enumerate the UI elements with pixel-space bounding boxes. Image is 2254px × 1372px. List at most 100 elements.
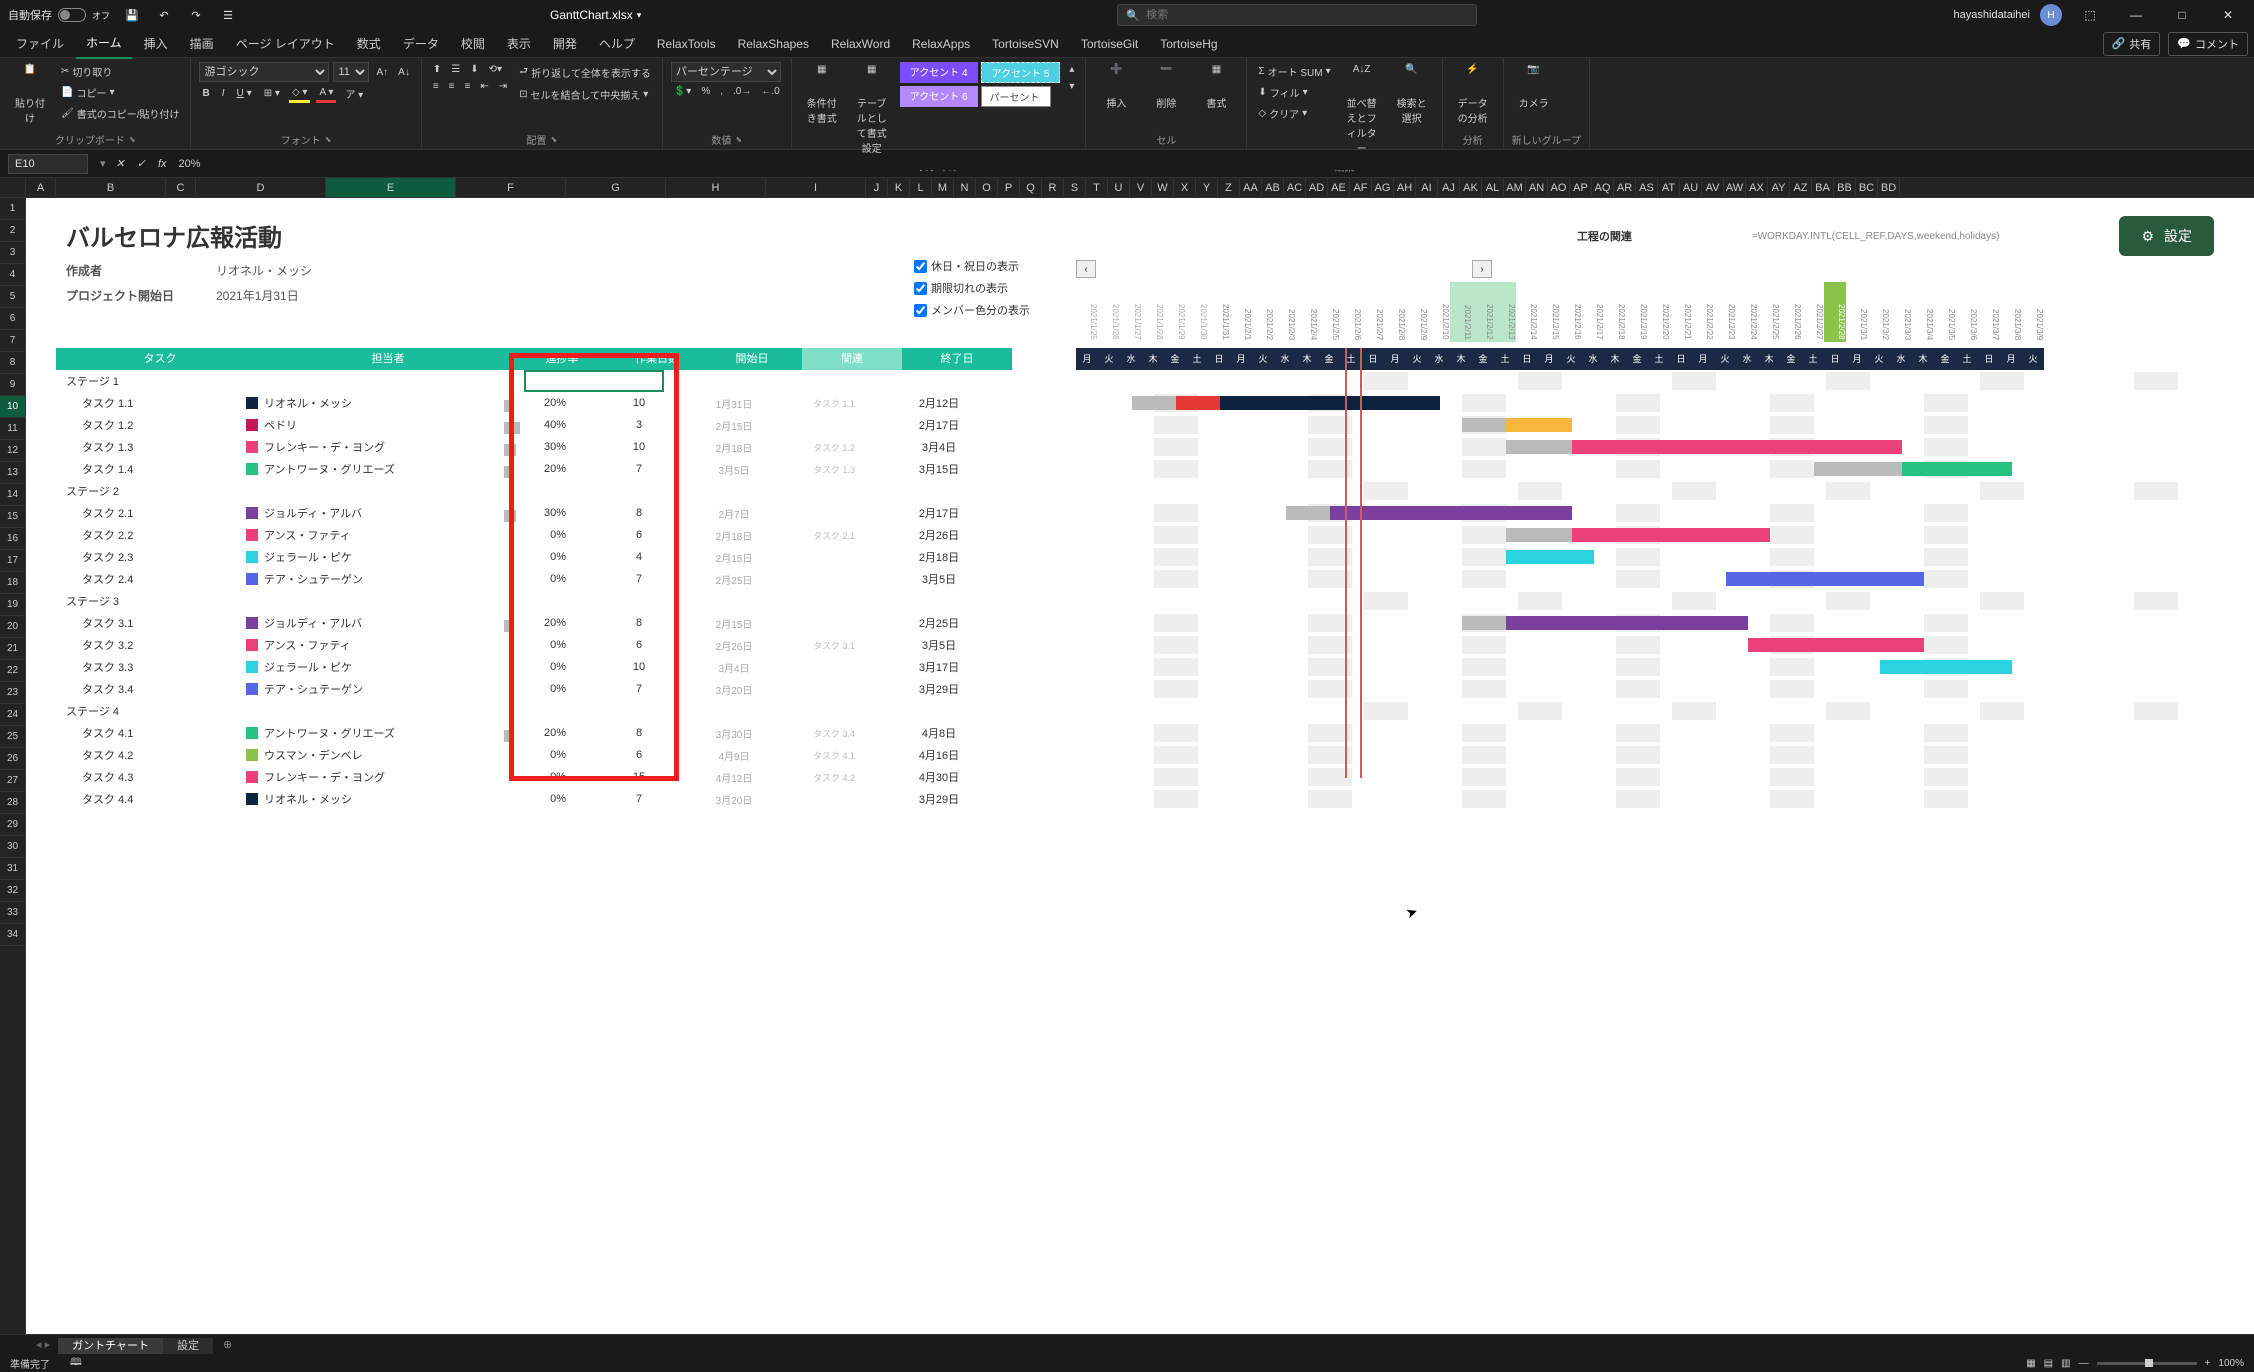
task-row[interactable]: タスク 1.1リオネル・メッシ20%101月31日タスク 1.12月12日 — [26, 392, 2254, 414]
touch-icon[interactable]: ☰ — [218, 5, 238, 25]
col-header-AW[interactable]: AW — [1724, 178, 1746, 197]
row-header-8[interactable]: 8 — [0, 352, 25, 374]
avatar[interactable]: H — [2040, 4, 2062, 26]
col-header-AL[interactable]: AL — [1482, 178, 1504, 197]
task-row[interactable]: タスク 4.3フレンキー・デ・ヨング0%154月12日タスク 4.24月30日 — [26, 766, 2254, 788]
col-header-M[interactable]: M — [932, 178, 954, 197]
row-header-27[interactable]: 27 — [0, 770, 25, 792]
row-header-24[interactable]: 24 — [0, 704, 25, 726]
row-header-23[interactable]: 23 — [0, 682, 25, 704]
check-option-2[interactable]: メンバー色分の表示 — [914, 302, 1030, 318]
col-header-G[interactable]: G — [566, 178, 666, 197]
row-header-7[interactable]: 7 — [0, 330, 25, 352]
align-top[interactable]: ⬆ — [430, 62, 444, 77]
col-header-AD[interactable]: AD — [1306, 178, 1328, 197]
row-header-2[interactable]: 2 — [0, 220, 25, 242]
indent-inc[interactable]: ⇥ — [496, 79, 510, 94]
col-header-AI[interactable]: AI — [1416, 178, 1438, 197]
tab-表示[interactable]: 表示 — [497, 29, 541, 58]
grid[interactable]: バルセロナ広報活動 作成者リオネル・メッシ プロジェクト開始日2021年1月31… — [26, 198, 2254, 1334]
bold-button[interactable]: B — [199, 84, 212, 103]
row-header-10[interactable]: 10 — [0, 396, 25, 418]
stage-row[interactable]: ステージ 4 — [26, 700, 2254, 722]
clear-button[interactable]: ◇ クリア ▾ — [1255, 104, 1333, 123]
col-header-BB[interactable]: BB — [1834, 178, 1856, 197]
gantt-bar[interactable] — [1880, 660, 2012, 674]
align-mid[interactable]: ☰ — [448, 62, 463, 77]
dropdown-icon[interactable]: ▾ — [96, 157, 110, 170]
delete-cells-button[interactable]: ➖削除 — [1144, 62, 1188, 112]
filename[interactable]: GanttChart.xlsx ▾ — [550, 8, 641, 22]
tab-tortoisesvn[interactable]: TortoiseSVN — [982, 31, 1069, 57]
task-row[interactable]: タスク 1.2ペドリ40%32月15日2月17日 — [26, 414, 2254, 436]
col-header-AG[interactable]: AG — [1372, 178, 1394, 197]
sheet-nav-icon[interactable]: ◂ ▸ — [30, 1338, 56, 1351]
row-header-11[interactable]: 11 — [0, 418, 25, 440]
col-header-AA[interactable]: AA — [1240, 178, 1262, 197]
view-pagebreak-icon[interactable]: ▥ — [2061, 1358, 2070, 1369]
col-header-AK[interactable]: AK — [1460, 178, 1482, 197]
row-header-30[interactable]: 30 — [0, 836, 25, 858]
col-header-O[interactable]: O — [976, 178, 998, 197]
wrap-text-button[interactable]: ⮐ 折り返して全体を表示する — [516, 62, 654, 83]
task-row[interactable]: タスク 1.4アントワーヌ・グリエーズ20%73月5日タスク 1.33月15日 — [26, 458, 2254, 480]
view-normal-icon[interactable]: ▦ — [2026, 1358, 2035, 1369]
accent5-style[interactable]: アクセント 5 — [981, 62, 1061, 83]
col-header-X[interactable]: X — [1174, 178, 1196, 197]
camera-button[interactable]: 📷カメラ — [1512, 62, 1556, 112]
col-header-AO[interactable]: AO — [1548, 178, 1570, 197]
row-header-20[interactable]: 20 — [0, 616, 25, 638]
dialog-launcher-icon[interactable]: ⬊ — [129, 135, 136, 144]
col-header-I[interactable]: I — [766, 178, 866, 197]
settings-button[interactable]: ⚙設定 — [2119, 216, 2214, 256]
row-header-33[interactable]: 33 — [0, 902, 25, 924]
redo-icon[interactable]: ↷ — [186, 5, 206, 25]
accent6-style[interactable]: アクセント 6 — [900, 86, 978, 107]
search-box[interactable]: 🔍 — [1117, 4, 1477, 26]
row-header-19[interactable]: 19 — [0, 594, 25, 616]
dialog-launcher-icon[interactable]: ⬊ — [325, 135, 332, 144]
table-format-button[interactable]: ▦テーブルとして書式設定 — [850, 62, 894, 157]
checkbox-icon[interactable] — [914, 304, 927, 317]
col-header-BA[interactable]: BA — [1812, 178, 1834, 197]
phonetic-button[interactable]: ア ▾ — [342, 84, 366, 103]
col-header-AT[interactable]: AT — [1658, 178, 1680, 197]
gantt-bar[interactable] — [1572, 440, 1902, 454]
stage-row[interactable]: ステージ 1 — [26, 370, 2254, 392]
task-row[interactable]: タスク 3.2アンス・ファティ0%62月26日タスク 3.13月5日 — [26, 634, 2254, 656]
gantt-bar[interactable] — [1726, 572, 1924, 586]
add-sheet-button[interactable]: ⊕ — [215, 1336, 240, 1353]
name-box[interactable]: E10 — [8, 154, 88, 174]
sort-filter-button[interactable]: A↓Z並べ替えとフィルター — [1340, 62, 1384, 157]
border-button[interactable]: ⊞ ▾ — [261, 84, 283, 103]
stage-row[interactable]: ステージ 2 — [26, 480, 2254, 502]
tab-relaxword[interactable]: RelaxWord — [821, 31, 900, 57]
col-header-AS[interactable]: AS — [1636, 178, 1658, 197]
format-painter-button[interactable]: 🖌 書式のコピー/貼り付け — [58, 104, 182, 123]
col-header-BC[interactable]: BC — [1856, 178, 1878, 197]
ribbon-mode-icon[interactable]: ⬚ — [2072, 1, 2108, 29]
col-header-S[interactable]: S — [1064, 178, 1086, 197]
col-header-F[interactable]: F — [456, 178, 566, 197]
col-header-B[interactable]: B — [56, 178, 166, 197]
italic-button[interactable]: I — [219, 84, 228, 103]
checkbox-icon[interactable] — [914, 260, 927, 273]
row-header-15[interactable]: 15 — [0, 506, 25, 528]
row-header-9[interactable]: 9 — [0, 374, 25, 396]
task-row[interactable]: タスク 4.1アントワーヌ・グリエーズ20%83月30日タスク 3.44月8日 — [26, 722, 2254, 744]
col-header-AB[interactable]: AB — [1262, 178, 1284, 197]
col-header-H[interactable]: H — [666, 178, 766, 197]
font-name-select[interactable]: 游ゴシック — [199, 62, 329, 82]
underline-button[interactable]: U ▾ — [234, 84, 255, 103]
row-header-6[interactable]: 6 — [0, 308, 25, 330]
inc-decimal[interactable]: .0→ — [730, 84, 754, 99]
gantt-bar[interactable] — [1506, 418, 1572, 432]
col-header-R[interactable]: R — [1042, 178, 1064, 197]
row-header-21[interactable]: 21 — [0, 638, 25, 660]
col-header-K[interactable]: K — [888, 178, 910, 197]
row-header-1[interactable]: 1 — [0, 198, 25, 220]
zoom-in-icon[interactable]: + — [2205, 1358, 2211, 1369]
col-header-Q[interactable]: Q — [1020, 178, 1042, 197]
scroll-left-button[interactable]: ‹ — [1076, 260, 1096, 278]
row-header-32[interactable]: 32 — [0, 880, 25, 902]
